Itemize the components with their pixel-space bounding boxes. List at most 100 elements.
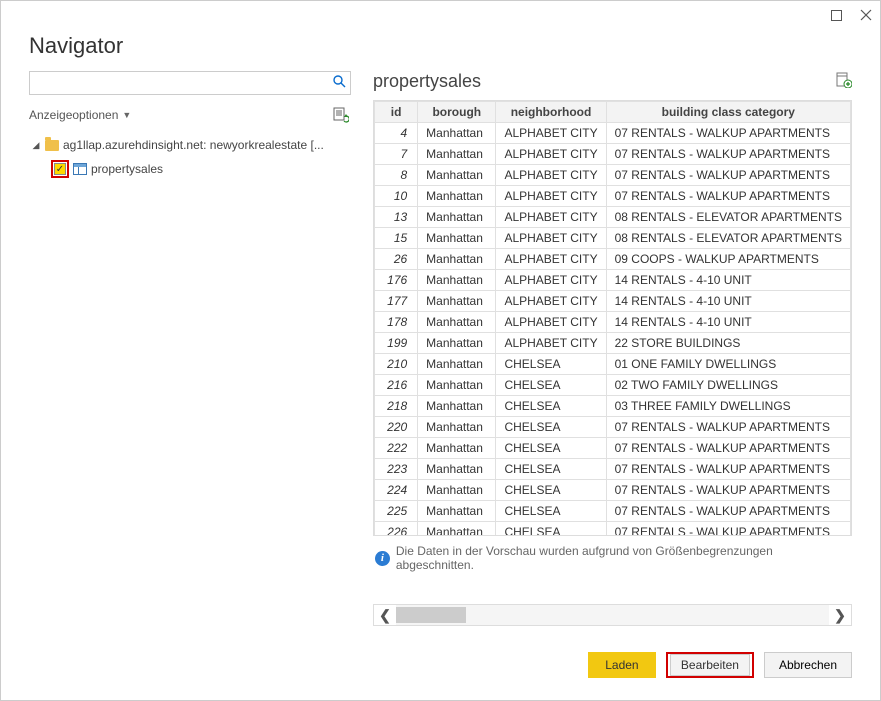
search-icon: [328, 75, 350, 91]
cell-neighborhood: ALPHABET CITY: [496, 165, 606, 186]
table-row[interactable]: 177ManhattanALPHABET CITY14 RENTALS - 4-…: [375, 291, 851, 312]
col-header-category[interactable]: building class category: [606, 102, 850, 123]
tree-checkbox[interactable]: ✓: [54, 163, 66, 175]
table-row[interactable]: 216ManhattanCHELSEA02 TWO FAMILY DWELLIN…: [375, 375, 851, 396]
table-row[interactable]: 178ManhattanALPHABET CITY14 RENTALS - 4-…: [375, 312, 851, 333]
cell-neighborhood: CHELSEA: [496, 417, 606, 438]
table-row[interactable]: 223ManhattanCHELSEA07 RENTALS - WALKUP A…: [375, 459, 851, 480]
cell-id: 7: [375, 144, 418, 165]
cell-borough: Manhattan: [418, 249, 496, 270]
edit-button-highlight: Bearbeiten: [666, 652, 754, 678]
table-row[interactable]: 222ManhattanCHELSEA07 RENTALS - WALKUP A…: [375, 438, 851, 459]
display-options-label: Anzeigeoptionen: [29, 108, 118, 122]
table-row[interactable]: 10ManhattanALPHABET CITY07 RENTALS - WAL…: [375, 186, 851, 207]
cell-borough: Manhattan: [418, 375, 496, 396]
cell-neighborhood: CHELSEA: [496, 354, 606, 375]
scroll-left-button[interactable]: ❮: [374, 607, 396, 624]
tree-item-propertysales[interactable]: ✓ propertysales: [29, 157, 351, 181]
table-row[interactable]: 15ManhattanALPHABET CITY08 RENTALS - ELE…: [375, 228, 851, 249]
cell-neighborhood: CHELSEA: [496, 480, 606, 501]
table-row[interactable]: 210ManhattanCHELSEA01 ONE FAMILY DWELLIN…: [375, 354, 851, 375]
cancel-button[interactable]: Abbrechen: [764, 652, 852, 678]
load-button[interactable]: Laden: [588, 652, 656, 678]
table-row[interactable]: 4ManhattanALPHABET CITY07 RENTALS - WALK…: [375, 123, 851, 144]
table-row[interactable]: 218ManhattanCHELSEA03 THREE FAMILY DWELL…: [375, 396, 851, 417]
cell-borough: Manhattan: [418, 228, 496, 249]
cell-neighborhood: ALPHABET CITY: [496, 186, 606, 207]
table-row[interactable]: 199ManhattanALPHABET CITY22 STORE BUILDI…: [375, 333, 851, 354]
cell-neighborhood: ALPHABET CITY: [496, 123, 606, 144]
truncation-notice: i Die Daten in der Vorschau wurden aufgr…: [373, 536, 852, 580]
search-input[interactable]: [30, 72, 328, 94]
scroll-right-button[interactable]: ❯: [829, 607, 851, 624]
navigator-tree-pane: Anzeigeoptionen ▼ ◢ ag1llap.azurehdinsig…: [29, 71, 351, 626]
cell-id: 178: [375, 312, 418, 333]
table-row[interactable]: 225ManhattanCHELSEA07 RENTALS - WALKUP A…: [375, 501, 851, 522]
cell-id: 223: [375, 459, 418, 480]
cell-borough: Manhattan: [418, 186, 496, 207]
preview-title: propertysales: [373, 71, 481, 92]
cell-category: 14 RENTALS - 4-10 UNIT: [606, 270, 850, 291]
cell-id: 216: [375, 375, 418, 396]
cell-id: 177: [375, 291, 418, 312]
cell-borough: Manhattan: [418, 396, 496, 417]
cell-id: 10: [375, 186, 418, 207]
search-box[interactable]: [29, 71, 351, 95]
cell-borough: Manhattan: [418, 312, 496, 333]
refresh-icon[interactable]: [333, 107, 349, 123]
add-column-icon[interactable]: [836, 72, 852, 91]
table-row[interactable]: 8ManhattanALPHABET CITY07 RENTALS - WALK…: [375, 165, 851, 186]
close-button[interactable]: [860, 9, 872, 21]
preview-table: id borough neighborhood building class c…: [373, 100, 852, 536]
table-row[interactable]: 220ManhattanCHELSEA07 RENTALS - WALKUP A…: [375, 417, 851, 438]
tree-root-node[interactable]: ◢ ag1llap.azurehdinsight.net: newyorkrea…: [29, 133, 351, 157]
cell-category: 07 RENTALS - WALKUP APARTMENTS: [606, 438, 850, 459]
cell-id: 26: [375, 249, 418, 270]
cell-borough: Manhattan: [418, 291, 496, 312]
cell-id: 4: [375, 123, 418, 144]
display-options-dropdown[interactable]: Anzeigeoptionen ▼: [29, 108, 131, 122]
cell-borough: Manhattan: [418, 522, 496, 537]
caret-down-icon: ◢: [31, 140, 41, 151]
scroll-thumb[interactable]: [396, 607, 466, 623]
table-row[interactable]: 224ManhattanCHELSEA07 RENTALS - WALKUP A…: [375, 480, 851, 501]
cell-category: 07 RENTALS - WALKUP APARTMENTS: [606, 165, 850, 186]
cell-category: 07 RENTALS - WALKUP APARTMENTS: [606, 480, 850, 501]
cell-category: 07 RENTALS - WALKUP APARTMENTS: [606, 522, 850, 537]
cell-category: 07 RENTALS - WALKUP APARTMENTS: [606, 123, 850, 144]
table-row[interactable]: 176ManhattanALPHABET CITY14 RENTALS - 4-…: [375, 270, 851, 291]
cell-neighborhood: CHELSEA: [496, 396, 606, 417]
horizontal-scrollbar[interactable]: ❮ ❯: [373, 604, 852, 626]
cell-category: 08 RENTALS - ELEVATOR APARTMENTS: [606, 228, 850, 249]
cell-neighborhood: CHELSEA: [496, 459, 606, 480]
cell-borough: Manhattan: [418, 165, 496, 186]
table-row[interactable]: 7ManhattanALPHABET CITY07 RENTALS - WALK…: [375, 144, 851, 165]
cell-neighborhood: CHELSEA: [496, 375, 606, 396]
info-icon: i: [375, 551, 390, 566]
cell-category: 07 RENTALS - WALKUP APARTMENTS: [606, 459, 850, 480]
cell-id: 176: [375, 270, 418, 291]
col-header-id[interactable]: id: [375, 102, 418, 123]
tree: ◢ ag1llap.azurehdinsight.net: newyorkrea…: [29, 133, 351, 181]
cell-neighborhood: CHELSEA: [496, 438, 606, 459]
edit-button[interactable]: Bearbeiten: [670, 654, 750, 676]
titlebar: [1, 1, 880, 29]
table-row[interactable]: 226ManhattanCHELSEA07 RENTALS - WALKUP A…: [375, 522, 851, 537]
header: Navigator: [1, 29, 880, 71]
chevron-down-icon: ▼: [122, 110, 131, 120]
cell-borough: Manhattan: [418, 123, 496, 144]
cell-id: 218: [375, 396, 418, 417]
table-row[interactable]: 26ManhattanALPHABET CITY09 COOPS - WALKU…: [375, 249, 851, 270]
maximize-button[interactable]: [830, 9, 842, 21]
cell-id: 220: [375, 417, 418, 438]
cell-category: 09 COOPS - WALKUP APARTMENTS: [606, 249, 850, 270]
tree-checkbox-highlight: ✓: [51, 160, 69, 178]
cell-neighborhood: ALPHABET CITY: [496, 228, 606, 249]
cell-id: 224: [375, 480, 418, 501]
table-row[interactable]: 13ManhattanALPHABET CITY08 RENTALS - ELE…: [375, 207, 851, 228]
scroll-track[interactable]: [396, 605, 829, 625]
col-header-neighborhood[interactable]: neighborhood: [496, 102, 606, 123]
cell-neighborhood: CHELSEA: [496, 522, 606, 537]
col-header-borough[interactable]: borough: [418, 102, 496, 123]
cell-id: 13: [375, 207, 418, 228]
